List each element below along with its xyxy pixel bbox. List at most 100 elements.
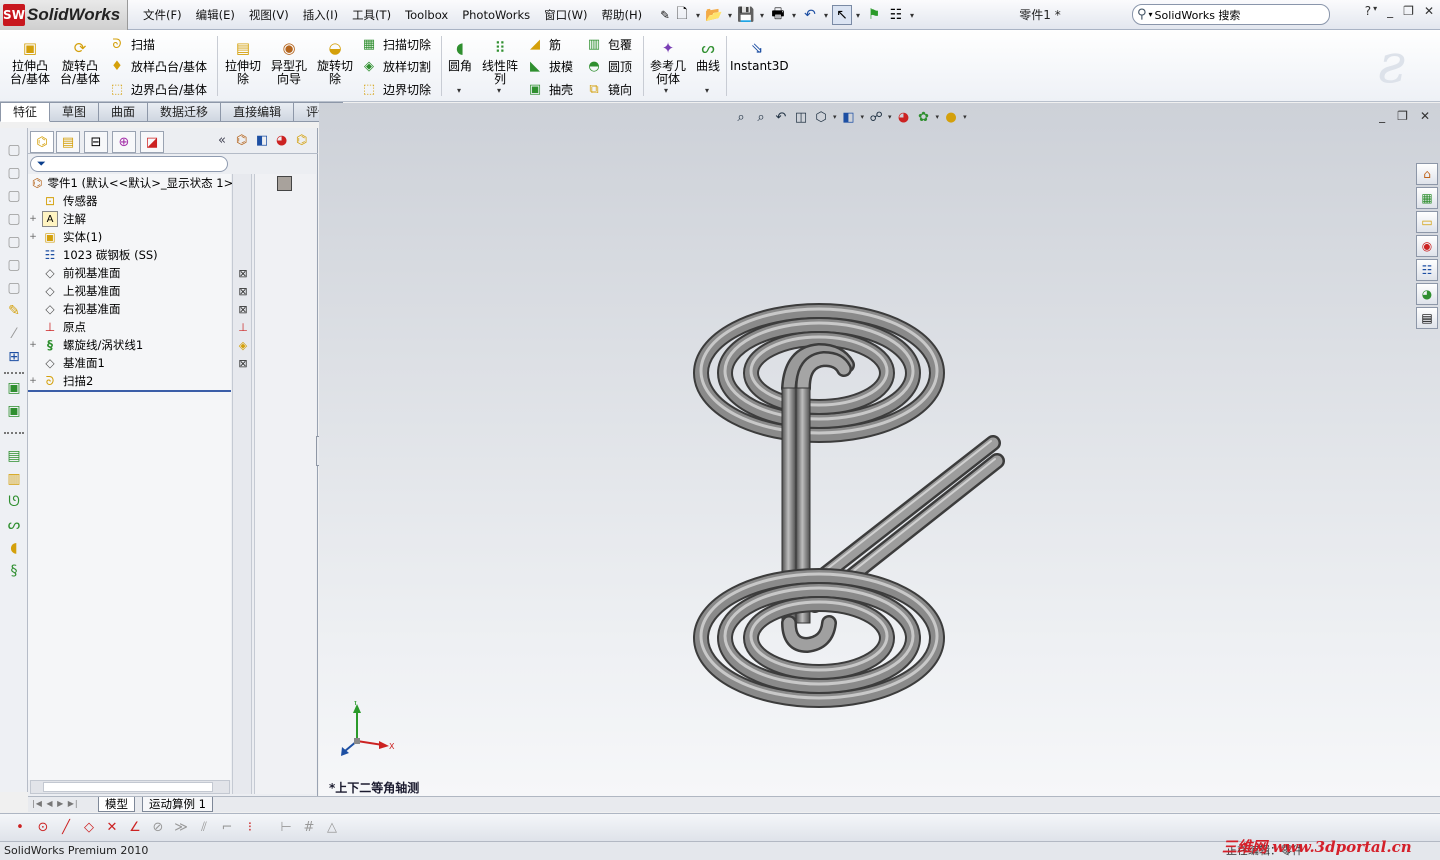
hide-show-dropdown[interactable]: ▾ <box>888 113 892 121</box>
scrollbar-thumb[interactable] <box>43 782 213 792</box>
revolve-tool-icon[interactable]: ▢ <box>4 163 24 183</box>
tree-item-origin[interactable]: ⊥ 原点 <box>28 318 231 336</box>
open-dropdown[interactable]: ▾ <box>726 11 734 20</box>
sweep-button[interactable]: ᘐ 扫描 <box>108 34 155 54</box>
zoom-to-area-icon[interactable]: ⌕ <box>753 109 769 125</box>
viewport-restore-button[interactable]: ❐ <box>1397 109 1408 123</box>
linear-pattern-button[interactable]: ⠿ 线性阵 列 <box>480 38 520 86</box>
loft-cut-button[interactable]: ◈ 放样切割 <box>360 56 431 76</box>
appearances-scenes-icon[interactable]: ◕ <box>1416 283 1438 305</box>
options-icon[interactable]: ☷ <box>886 5 906 25</box>
angle-icon[interactable]: ∠ <box>125 818 145 838</box>
help-dropdown-icon[interactable]: ▾ <box>1373 4 1377 18</box>
polygon-icon[interactable]: ◇ <box>79 818 99 838</box>
solidworks-logo[interactable]: SW SolidWorks <box>0 0 128 30</box>
dimxpert-tab-icon[interactable]: ⊕ <box>112 131 136 153</box>
graphics-area[interactable]: ⌕ ⌕ ↶ ◫ ⬡ ▾ ◧ ▾ ☍ ▾ ◕ ✿ ▾ ● ▾ _ ❐ ✕ ⌂ ▦ ▭ ◉ ☷… <box>319 103 1440 796</box>
shell-tool-icon[interactable]: ▢ <box>4 278 24 298</box>
loft-tool-icon[interactable]: ▢ <box>4 209 24 229</box>
relations-icon[interactable]: ⊞ <box>4 347 24 367</box>
curve-through-points-icon[interactable]: ᔕ <box>4 515 24 535</box>
rebuild-traffic-light-icon[interactable]: ⚑ <box>864 5 884 25</box>
curves-dropdown[interactable]: ▾ <box>705 86 709 95</box>
tree-item-top-plane[interactable]: ◇ 上视基准面 <box>28 282 231 300</box>
view-orientation-dropdown[interactable]: ▾ <box>833 113 837 121</box>
shell-button[interactable]: ▣ 抽壳 <box>526 79 573 99</box>
display-style-dropdown[interactable]: ▾ <box>861 113 865 121</box>
menu-file[interactable]: 文件(F) <box>136 7 189 23</box>
tab-data-migration[interactable]: 数据迁移 <box>148 102 222 122</box>
menu-window[interactable]: 窗口(W) <box>537 7 594 23</box>
sweep-cut-button[interactable]: ▦ 扫描切除 <box>360 34 431 54</box>
menu-tools[interactable]: 工具(T) <box>345 7 398 23</box>
open-folder-icon[interactable]: 📂 <box>704 5 724 25</box>
loft-boss-button[interactable]: ♦ 放样凸台/基体 <box>108 56 207 76</box>
tab-navigation-arrows-icon[interactable]: |◀ ◀ ▶ ▶| <box>32 799 79 808</box>
sketch-tool-icon[interactable]: ✎ <box>4 301 24 321</box>
undo-icon[interactable]: ↶ <box>800 5 820 25</box>
save-dropdown[interactable]: ▾ <box>758 11 766 20</box>
menu-help[interactable]: 帮助(H) <box>594 7 649 23</box>
mirror-button[interactable]: ⧉ 镜向 <box>585 79 632 99</box>
measure-icon[interactable]: △ <box>322 818 342 838</box>
tree-item-part[interactable]: ⌬ 零件1 (默认<<默认>_显示状态 1> <box>28 174 233 192</box>
tree-item-helix[interactable]: + § 螺旋线/涡状线1 <box>28 336 231 354</box>
collapse-panel-icon[interactable]: « <box>218 133 226 148</box>
fillet-button[interactable]: ◖ 圆角 <box>446 38 474 73</box>
helix-mark-icon[interactable]: ◈ <box>236 338 250 352</box>
select-dropdown[interactable]: ▾ <box>854 11 862 20</box>
dimension-icon[interactable]: ⊢ <box>276 818 296 838</box>
pattern-dropdown[interactable]: ▾ <box>497 86 501 95</box>
tree-item-annotations[interactable]: + A 注解 <box>28 210 231 228</box>
viewport-minimize-button[interactable]: _ <box>1379 109 1385 123</box>
appearance-swatch[interactable] <box>277 176 292 191</box>
tab-motion-study[interactable]: 运动算例 1 <box>142 797 213 812</box>
features-tool-icon[interactable]: ▣ <box>4 378 24 398</box>
display-manager-tab-icon[interactable]: ◪ <box>140 131 164 153</box>
line-icon[interactable]: ╱ <box>56 818 76 838</box>
extrude-tool-icon[interactable]: ▢ <box>4 140 24 160</box>
tree-item-solid-bodies[interactable]: + ▣ 实体(1) <box>28 228 231 246</box>
view-palette-icon[interactable]: ☷ <box>1416 259 1438 281</box>
hole-wizard-button[interactable]: ◉ 异型孔 向导 <box>268 38 310 86</box>
tab-sketch[interactable]: 草图 <box>50 102 100 122</box>
wrap-button[interactable]: ▥ 包覆 <box>585 34 632 54</box>
instant3d-button[interactable]: ⇘ Instant3D <box>730 38 789 73</box>
tab-model[interactable]: 模型 <box>98 797 135 812</box>
tree-expand[interactable]: + <box>28 214 38 224</box>
boundary-cut-button[interactable]: ⬚ 边界切除 <box>360 79 431 99</box>
tree-item-right-plane[interactable]: ◇ 右视基准面 <box>28 300 231 318</box>
search-icon[interactable]: ⚲ <box>1137 7 1147 22</box>
extrude-boss-button[interactable]: ▣ 拉伸凸 台/基体 <box>8 38 52 86</box>
tree-expand[interactable]: + <box>28 340 38 350</box>
undo-dropdown[interactable]: ▾ <box>822 11 830 20</box>
coil-model[interactable] <box>679 293 1009 723</box>
dome-button[interactable]: ◓ 圆顶 <box>585 56 632 76</box>
extend-icon[interactable]: ≫ <box>171 818 191 838</box>
tree-item-sweep2[interactable]: + ᘐ 扫描2 <box>28 372 231 390</box>
search-results-icon[interactable]: ◉ <box>1416 235 1438 257</box>
search-dropdown-icon[interactable]: ▾ <box>1149 10 1153 19</box>
draft-button[interactable]: ◣ 拔模 <box>526 56 573 76</box>
property-manager-tab-icon[interactable]: ▤ <box>56 131 80 153</box>
tree-item-plane1[interactable]: ◇ 基准面1 <box>28 354 231 372</box>
apply-scene-icon[interactable]: ✿ <box>916 109 932 125</box>
revolve-boss-button[interactable]: ⟳ 旋转凸 台/基体 <box>58 38 102 86</box>
pattern-tool-icon[interactable]: ▣ <box>4 401 24 421</box>
extrude-cut-button[interactable]: ▤ 拉伸切 除 <box>222 38 264 86</box>
construction-icon[interactable]: ⁝ <box>240 818 260 838</box>
display-pane-cube-icon[interactable]: ◧ <box>256 133 268 148</box>
origin-mark-icon[interactable]: ⊥ <box>236 320 250 334</box>
menu-photoworks[interactable]: PhotoWorks <box>455 8 537 22</box>
view-orientation-icon[interactable]: ⬡ <box>813 109 829 125</box>
new-document-icon[interactable]: 🗋 <box>672 5 692 25</box>
hidden-plane-mark-icon[interactable]: ⊠ <box>236 356 250 370</box>
search-box[interactable]: ⚲ ▾ SolidWorks 搜索 <box>1132 4 1330 25</box>
rib-button[interactable]: ◢ 筋 <box>526 34 561 54</box>
grid-icon[interactable]: # <box>299 818 319 838</box>
scene-icon[interactable]: ⌬ <box>296 133 307 148</box>
menu-view[interactable]: 视图(V) <box>242 7 296 23</box>
tree-item-front-plane[interactable]: ◇ 前视基准面 <box>28 264 231 282</box>
custom-properties-icon[interactable]: ▤ <box>1416 307 1438 329</box>
configuration-manager-tab-icon[interactable]: ⊟ <box>84 131 108 153</box>
